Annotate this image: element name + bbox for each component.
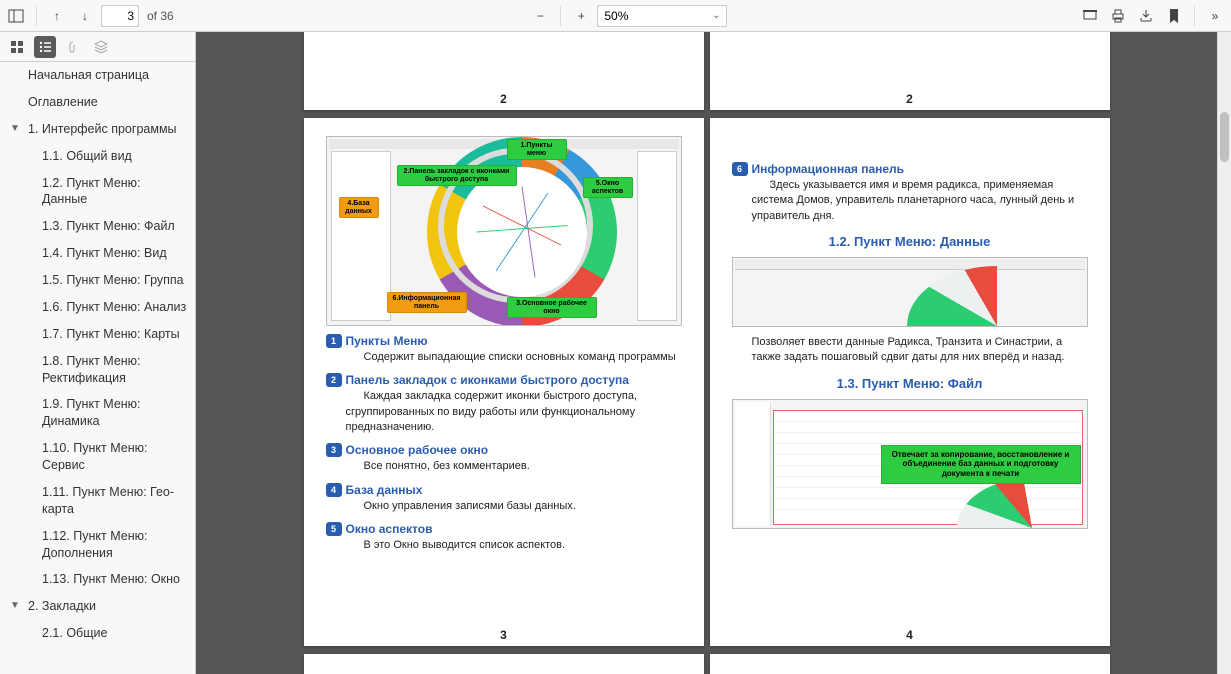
pdf-viewport[interactable]: 2 1.Пункты меню 2.Панель закладок с икон…: [196, 32, 1217, 674]
page-number: 4: [710, 628, 1110, 642]
outline-item[interactable]: 1.11. Пункт Меню: Гео-карта: [0, 479, 195, 523]
outline-item[interactable]: 1.2. Пункт Меню: Данные: [0, 170, 195, 214]
outline-item[interactable]: 1.7. Пункт Меню: Карты: [0, 321, 195, 348]
outline-icon[interactable]: [34, 36, 56, 58]
page-count-label: of 36: [147, 9, 174, 23]
outline-item[interactable]: 1.8. Пункт Меню: Ректификация: [0, 348, 195, 392]
section-body: Каждая закладка содержит иконки быстрого…: [346, 389, 682, 435]
pdf-page-6-top: [710, 654, 1110, 674]
sidebar-tabs: [0, 32, 196, 62]
outline-item[interactable]: Начальная страница: [0, 62, 195, 89]
outline-item[interactable]: 1.3. Пункт Меню: Файл: [0, 213, 195, 240]
document-outline[interactable]: Начальная страница Оглавление ▼1. Интерф…: [0, 62, 196, 674]
outline-item[interactable]: 2.1. Общие: [0, 620, 195, 647]
outline-item[interactable]: 1.5. Пункт Меню: Группа: [0, 267, 195, 294]
outline-item[interactable]: ▼2. Закладки: [0, 593, 195, 620]
section-heading: 4База данных: [326, 483, 682, 497]
collapse-icon[interactable]: ▼: [10, 599, 20, 613]
callout-label: 3.Основное рабочее окно: [507, 297, 597, 318]
section-body: Все понятно, без комментариев.: [346, 459, 682, 474]
page-number: 2: [304, 92, 704, 106]
sidebar-toggle-icon[interactable]: [4, 4, 28, 28]
embedded-screenshot: 1.Пункты меню 2.Панель закладок с иконка…: [326, 136, 682, 326]
pdf-page-2b: 2: [710, 32, 1110, 110]
zoom-select[interactable]: 50% ⌄: [597, 5, 727, 27]
bookmark-icon[interactable]: [1162, 4, 1186, 28]
attachments-icon[interactable]: [62, 36, 84, 58]
chevron-down-icon: ⌄: [712, 10, 720, 21]
section-body: В это Окно выводится список аспектов.: [346, 538, 682, 553]
pdf-page-2: 2: [304, 32, 704, 110]
next-page-icon[interactable]: ↓: [73, 4, 97, 28]
scrollbar-thumb[interactable]: [1220, 112, 1229, 162]
outline-item[interactable]: 1.10. Пункт Меню: Сервис: [0, 435, 195, 479]
outline-item[interactable]: 1.13. Пункт Меню: Окно: [0, 566, 195, 593]
callout-label: 1.Пункты меню: [507, 139, 567, 160]
outline-item[interactable]: 1.6. Пункт Меню: Анализ: [0, 294, 195, 321]
print-icon[interactable]: [1106, 4, 1130, 28]
outline-item[interactable]: Оглавление: [0, 89, 195, 116]
page-number-input[interactable]: [101, 5, 139, 27]
callout-label: 2.Панель закладок с иконками быстрого до…: [397, 165, 517, 186]
outline-item[interactable]: 1.9. Пункт Меню: Динамика: [0, 391, 195, 435]
callout-label: Отвечает за копирование, восстановление …: [881, 445, 1081, 484]
thumbnails-icon[interactable]: [6, 36, 28, 58]
more-tools-icon[interactable]: »: [1203, 4, 1227, 28]
zoom-value: 50%: [604, 9, 628, 23]
callout-label: 4.База данных: [339, 197, 379, 218]
outline-item[interactable]: ▼1. Интерфейс программы: [0, 116, 195, 143]
callout-label: 6.Информационная панель: [387, 292, 467, 313]
section-heading: 5Окно аспектов: [326, 522, 682, 536]
zoom-out-icon[interactable]: −: [528, 4, 552, 28]
vertical-scrollbar[interactable]: [1217, 32, 1231, 674]
zoom-in-icon[interactable]: +: [569, 4, 593, 28]
outline-item[interactable]: 1.1. Общий вид: [0, 143, 195, 170]
section-heading: 2Панель закладок с иконками быстрого дос…: [326, 373, 682, 387]
download-icon[interactable]: [1134, 4, 1158, 28]
pdf-page-4: 6Информационная панель Здесь указывается…: [710, 118, 1110, 646]
pdf-page-5-top: [304, 654, 704, 674]
callout-label: 5.Окно аспектов: [583, 177, 633, 198]
section-heading: 1Пункты Меню: [326, 334, 682, 348]
collapse-icon[interactable]: ▼: [10, 122, 20, 136]
outline-item[interactable]: 1.12. Пункт Меню: Дополнения: [0, 523, 195, 567]
outline-item[interactable]: 1.4. Пункт Меню: Вид: [0, 240, 195, 267]
page-number: 2: [710, 92, 1110, 106]
section-body: Здесь указывается имя и время радикса, п…: [752, 178, 1088, 224]
embedded-screenshot: [732, 257, 1088, 327]
presentation-icon[interactable]: [1078, 4, 1102, 28]
section-heading: 6Информационная панель: [732, 162, 1088, 176]
layers-icon[interactable]: [90, 36, 112, 58]
prev-page-icon[interactable]: ↑: [45, 4, 69, 28]
section-body: Позволяет ввести данные Радикса, Транзит…: [752, 335, 1088, 366]
section-heading: 3Основное рабочее окно: [326, 443, 682, 457]
page-number: 3: [304, 628, 704, 642]
chapter-heading: 1.2. Пункт Меню: Данные: [732, 234, 1088, 249]
top-toolbar: ↑ ↓ of 36 − + 50% ⌄ »: [0, 0, 1231, 32]
section-body: Содержит выпадающие списки основных кома…: [346, 350, 682, 365]
embedded-screenshot: Отвечает за копирование, восстановление …: [732, 399, 1088, 529]
chapter-heading: 1.3. Пункт Меню: Файл: [732, 376, 1088, 391]
pdf-page-3: 1.Пункты меню 2.Панель закладок с иконка…: [304, 118, 704, 646]
section-body: Окно управления записями базы данных.: [346, 499, 682, 514]
